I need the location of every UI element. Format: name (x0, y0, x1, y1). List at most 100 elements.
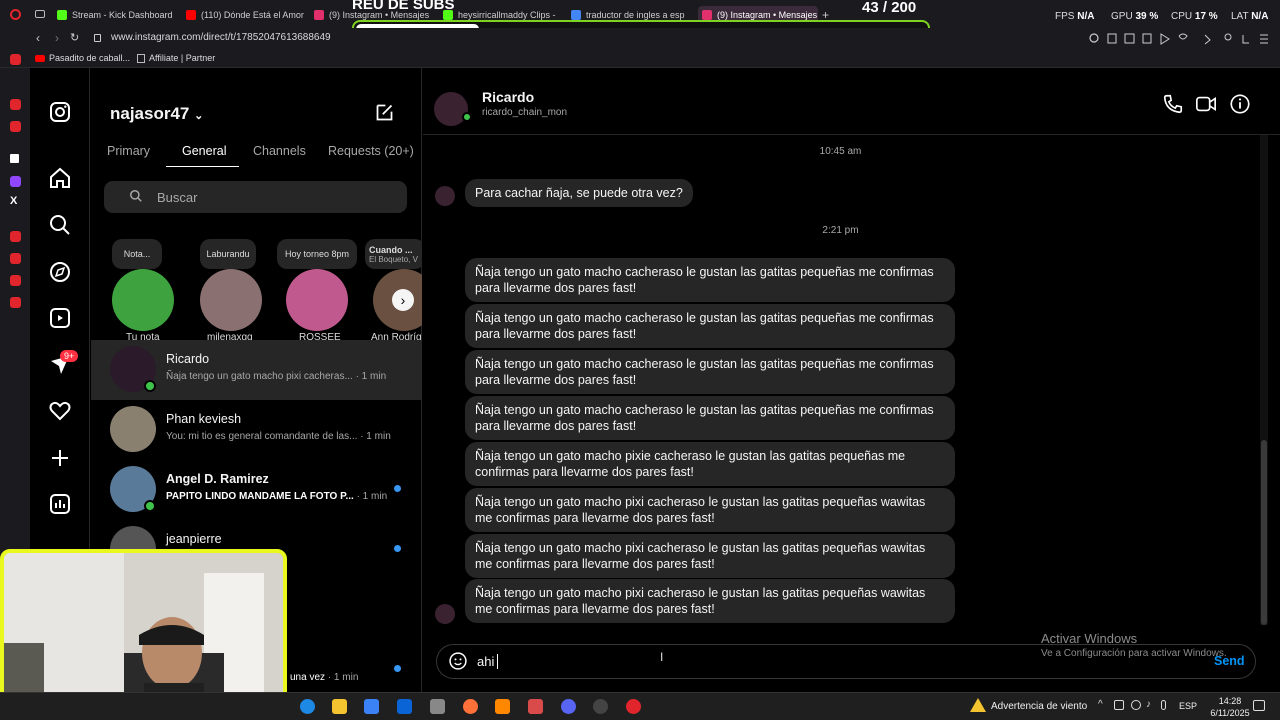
sidebar-settings-icon[interactable] (10, 297, 21, 308)
explore-icon[interactable] (48, 260, 72, 284)
text-caret (497, 654, 498, 669)
sidebar-messenger-icon[interactable] (10, 99, 21, 110)
preview-time: · 1 min (355, 371, 387, 382)
sidebar-ai-icon[interactable] (10, 154, 19, 163)
send-button[interactable]: Send (1214, 654, 1245, 668)
firefox-icon[interactable] (463, 699, 478, 714)
notifications-icon[interactable] (48, 398, 72, 422)
tab-general[interactable]: General (182, 144, 226, 158)
page-icon (137, 53, 145, 63)
weather-status[interactable]: Advertencia de viento (991, 701, 1087, 712)
stat-value: N/A (1077, 11, 1095, 22)
browser-tab[interactable]: Stream - Kick Dashboard (57, 6, 177, 24)
discord-icon[interactable] (561, 699, 576, 714)
account-switcher[interactable]: najasor47 ⌄ (110, 104, 203, 124)
url-field[interactable]: www.instagram.com/direct/t/1785204761368… (111, 32, 331, 43)
new-message-icon[interactable] (374, 102, 395, 123)
store-icon[interactable] (364, 699, 379, 714)
stat-lat: LAT N/A (1231, 11, 1268, 22)
forward-icon[interactable]: › (55, 31, 59, 45)
search-input[interactable] (104, 181, 407, 213)
stat-gpu: GPU 39 % (1111, 11, 1158, 22)
reels-icon[interactable] (48, 306, 72, 330)
outlook-icon[interactable] (397, 699, 412, 714)
sidebar-opera-icon[interactable] (10, 54, 21, 65)
preview-text: PAPITO LINDO MANDAME LA FOTO P... (166, 491, 354, 502)
tray-chevron-icon[interactable]: ^ (1098, 699, 1103, 710)
tab-favicon-icon (571, 10, 581, 20)
opera-logo-icon[interactable] (10, 9, 21, 20)
video-call-icon[interactable] (1195, 93, 1217, 115)
sidebar-item-icon[interactable] (10, 275, 21, 286)
preview-time: · 1 min (360, 431, 391, 442)
tab-favicon-icon (186, 10, 196, 20)
browser-tab[interactable]: (110) Dónde Está el Amor (186, 6, 306, 24)
avatar (286, 269, 348, 331)
tab-label: Stream - Kick Dashboard (72, 10, 173, 20)
file-explorer-icon[interactable] (332, 699, 347, 714)
scrollbar-thumb[interactable] (1261, 440, 1267, 625)
bookmark-item[interactable]: Pasadito de caball... (35, 53, 130, 63)
search-icon[interactable] (48, 213, 72, 237)
reload-icon[interactable]: ↻ (70, 31, 79, 44)
avatar (435, 604, 455, 624)
tab-requests[interactable]: Requests (20+) (328, 144, 414, 158)
tab-primary[interactable]: Primary (107, 144, 150, 158)
next-arrow-icon[interactable]: › (392, 289, 414, 311)
search-icon (130, 190, 142, 202)
sidebar-item-icon[interactable] (10, 231, 21, 242)
volume-icon[interactable]: ♪ (1146, 699, 1151, 710)
webcam-feed (4, 553, 283, 714)
conversation-item[interactable]: Angel D. Ramirez PAPITO LINDO MANDAME LA… (91, 460, 421, 520)
active-tab-indicator (166, 166, 239, 167)
online-indicator (462, 112, 472, 122)
notification-badge: 9+ (60, 350, 79, 362)
edge-icon[interactable] (300, 699, 315, 714)
tab-channels[interactable]: Channels (253, 144, 306, 158)
info-icon[interactable] (1229, 93, 1251, 115)
sub-goal-current: 43 (862, 0, 879, 16)
stat-label: GPU (1111, 11, 1133, 22)
tray-icon[interactable] (1114, 700, 1124, 710)
clock[interactable]: 14:28 6/11/2025 (1210, 695, 1250, 719)
conversation-item[interactable]: Phan keviesh You: mi tio es general coma… (91, 400, 421, 460)
warning-icon (970, 698, 986, 712)
app-icon[interactable] (430, 699, 445, 714)
message-input[interactable] (436, 644, 1256, 679)
microphone-icon[interactable] (1161, 700, 1166, 710)
tab-favicon-icon (57, 10, 67, 20)
vlc-icon[interactable] (495, 699, 510, 714)
dashboard-icon[interactable] (48, 492, 72, 516)
preview-text: Ñaja tengo un gato macho pixi cacheras..… (166, 371, 353, 382)
opera-icon[interactable] (626, 699, 641, 714)
stat-value: 17 % (1194, 11, 1218, 22)
input-language[interactable]: ESP (1179, 701, 1197, 711)
lock-icon (94, 34, 101, 42)
create-icon[interactable] (48, 446, 72, 470)
back-icon[interactable]: ‹ (36, 31, 40, 45)
emoji-icon[interactable] (448, 651, 468, 671)
sidebar-item-icon[interactable] (10, 253, 21, 264)
sidebar-x-icon[interactable]: X (10, 195, 17, 207)
message-input-value[interactable]: ahi (477, 654, 494, 669)
notifications-center-icon[interactable] (1253, 700, 1265, 711)
app-icon[interactable] (528, 699, 543, 714)
toolbar-icons[interactable] (1088, 32, 1273, 46)
preview-text: You: mi tio es general comandante de las… (166, 431, 358, 442)
conversation-name: jeanpierre (166, 532, 222, 546)
instagram-logo-icon[interactable] (48, 100, 72, 124)
phone-icon[interactable] (1162, 93, 1184, 115)
note-item[interactable]: Cuando ... El Boqueto, V Ann Rodríg (365, 239, 422, 341)
sidebar-twitch-icon[interactable] (10, 176, 21, 187)
unread-dot (394, 485, 401, 492)
conversation-item[interactable]: Ricardo Ñaja tengo un gato macho pixi ca… (91, 340, 421, 400)
note-bubble-sub: El Boqueto, V (369, 254, 418, 264)
tab-list-icon[interactable] (35, 10, 45, 18)
sidebar-whatsapp-icon[interactable] (10, 121, 21, 132)
bookmark-item[interactable]: Affiliate | Partner (137, 53, 215, 63)
obs-icon[interactable] (593, 699, 608, 714)
avatar (110, 406, 156, 452)
tray-icon[interactable] (1131, 700, 1141, 710)
chat-contact-name[interactable]: Ricardo (482, 89, 534, 105)
home-icon[interactable] (48, 166, 72, 190)
